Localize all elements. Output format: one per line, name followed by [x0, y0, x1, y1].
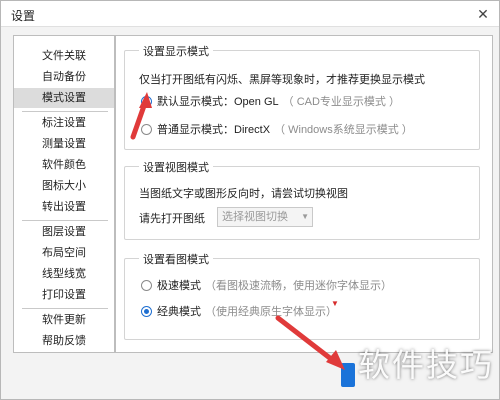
radio-opengl[interactable]: 默认显示模式：Open GL （ CAD专业显示模式 ） — [141, 93, 400, 109]
sidebar-item-icon-size[interactable]: 图标大小 — [14, 176, 114, 196]
view-switch-select[interactable]: 选择视图切换 ▼ — [217, 207, 313, 227]
settings-content: 设置显示模式 仅当打开图纸有闪烁、黑屏等现象时，才推荐更换显示模式 默认显示模式… — [115, 35, 493, 353]
watermark-text: 软件技巧 — [358, 346, 495, 384]
radio-indicator-checked — [141, 95, 152, 107]
sidebar-item-layout-space[interactable]: 布局空间 — [14, 243, 114, 263]
sidebar-divider — [22, 308, 108, 309]
sidebar-item-linetype-width[interactable]: 线型线宽 — [14, 264, 114, 284]
display-mode-description: 仅当打开图纸有闪烁、黑屏等现象时，才推荐更换显示模式 — [139, 74, 425, 86]
display-mode-title: 设置显示模式 — [139, 43, 213, 59]
radio-indicator — [141, 279, 152, 291]
view-mode-description: 当图纸文字或图形反向时，请尝试切换视图 — [139, 188, 348, 200]
sidebar-item-software-color[interactable]: 软件颜色 — [14, 155, 114, 175]
close-icon[interactable]: ✕ — [473, 5, 493, 23]
sidebar-item-layer-settings[interactable]: 图层设置 — [14, 222, 114, 242]
open-drawing-label: 请先打开图纸 — [139, 213, 205, 225]
sidebar-item-help-feedback[interactable]: 帮助反馈 — [14, 331, 114, 351]
radio-directx[interactable]: 普通显示模式：DirectX （ Windows系统显示模式 ） — [141, 121, 413, 137]
sidebar-item-export-settings[interactable]: 转出设置 — [14, 197, 114, 217]
view-switch-value: 选择视图切换 — [222, 211, 288, 223]
title-bar: 设置 ✕ — [1, 1, 499, 27]
sidebar-item-auto-backup[interactable]: 自动备份 — [14, 67, 114, 87]
reading-mode-group: 设置看图模式 极速模式 （看图极速流畅，使用迷你字体显示） 经典模式 （使用经典… — [124, 251, 480, 340]
sidebar-item-measure-settings[interactable]: 测量设置 — [14, 134, 114, 154]
settings-sidebar: 文件关联 自动备份 模式设置 标注设置 测量设置 软件颜色 图标大小 转出设置 … — [13, 35, 115, 353]
red-marker-icon: ▼ — [331, 299, 339, 308]
radio-fast-mode-label: 极速模式 — [157, 280, 201, 292]
sidebar-item-software-update[interactable]: 软件更新 — [14, 310, 114, 330]
radio-directx-hint: （ Windows系统显示模式 ） — [274, 124, 413, 136]
radio-indicator — [141, 123, 152, 135]
sidebar-divider — [22, 220, 108, 221]
view-mode-title: 设置视图模式 — [139, 159, 213, 175]
sidebar-divider — [22, 111, 108, 112]
radio-classic-mode-hint: （使用经典原生字体显示） — [205, 306, 337, 318]
sidebar-item-mode-settings[interactable]: 模式设置 — [14, 88, 114, 108]
window-title: 设置 — [11, 9, 36, 23]
confirm-button[interactable] — [341, 363, 355, 387]
sidebar-item-print-settings[interactable]: 打印设置 — [14, 285, 114, 305]
radio-classic-mode[interactable]: 经典模式 （使用经典原生字体显示） — [141, 303, 337, 319]
radio-classic-mode-label: 经典模式 — [157, 306, 201, 318]
chevron-down-icon: ▼ — [301, 212, 309, 221]
reading-mode-title: 设置看图模式 — [139, 251, 213, 267]
view-mode-group: 设置视图模式 当图纸文字或图形反向时，请尝试切换视图 请先打开图纸 选择视图切换… — [124, 159, 480, 240]
sidebar-item-annotation-settings[interactable]: 标注设置 — [14, 113, 114, 133]
radio-fast-mode-hint: （看图极速流畅，使用迷你字体显示） — [205, 280, 392, 292]
radio-opengl-hint: （ CAD专业显示模式 ） — [282, 96, 400, 108]
radio-directx-label: 普通显示模式：DirectX — [157, 124, 271, 136]
display-mode-group: 设置显示模式 仅当打开图纸有闪烁、黑屏等现象时，才推荐更换显示模式 默认显示模式… — [124, 43, 480, 150]
sidebar-item-file-association[interactable]: 文件关联 — [14, 46, 114, 66]
radio-fast-mode[interactable]: 极速模式 （看图极速流畅，使用迷你字体显示） — [141, 277, 392, 293]
radio-indicator-checked — [141, 305, 152, 317]
radio-opengl-label: 默认显示模式：Open GL — [157, 96, 279, 108]
